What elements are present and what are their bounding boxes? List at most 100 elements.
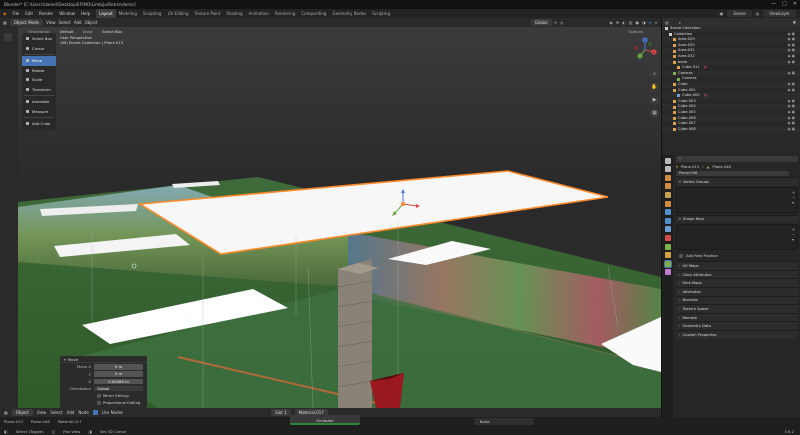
move-z-field[interactable]: 0.00466 m bbox=[94, 378, 143, 385]
list-add-remove-icon[interactable]: + − ▾ bbox=[792, 190, 796, 205]
modifier-tab-icon[interactable] bbox=[664, 226, 671, 233]
editor-type-icon[interactable]: ▦ bbox=[3, 20, 7, 25]
tool-move[interactable]: Move bbox=[22, 56, 56, 66]
tab-sculpting[interactable]: Sculpting bbox=[140, 9, 165, 18]
editor-type-icon[interactable]: ▦ bbox=[4, 410, 8, 415]
view-layer-tab-icon[interactable] bbox=[664, 183, 671, 190]
menu-select[interactable]: Select bbox=[50, 410, 62, 415]
tool-cursor[interactable]: Cursor bbox=[22, 44, 56, 54]
object-tab-icon[interactable] bbox=[664, 217, 671, 224]
mesh-name-field[interactable]: Plane.046 bbox=[676, 170, 789, 177]
outliner-row[interactable]: Cube.008 ◉ ▣ bbox=[662, 126, 800, 133]
shading-rendered-icon[interactable]: ◍ bbox=[648, 20, 652, 25]
tool-rotate[interactable]: Rotate bbox=[22, 66, 56, 76]
scene-tab-icon[interactable] bbox=[664, 191, 671, 198]
slot-selector[interactable]: Slot 1 bbox=[271, 409, 291, 416]
tab-rendering[interactable]: Rendering bbox=[272, 9, 298, 18]
section-custom-properties[interactable]: › Custom Properties bbox=[676, 329, 798, 339]
menu-window[interactable]: Window bbox=[56, 11, 78, 16]
gizmo-toggle-icon[interactable]: ✥ bbox=[616, 20, 619, 25]
tab-scripting[interactable]: Scripting bbox=[369, 9, 393, 18]
section-texture-space[interactable]: › Texture Space bbox=[676, 304, 798, 313]
section-vertex-groups[interactable]: ▾ Vertex Groups bbox=[676, 177, 798, 186]
tab-compositing[interactable]: Compositing bbox=[298, 9, 329, 18]
menu-object[interactable]: Object bbox=[85, 20, 98, 25]
section-remesh[interactable]: › Remesh bbox=[676, 312, 798, 322]
constraints-tab-icon[interactable] bbox=[664, 252, 671, 259]
tool-scale[interactable]: Scale bbox=[22, 75, 56, 85]
overlay-icon[interactable]: ◐ bbox=[622, 20, 626, 25]
breadcrumb-material[interactable]: Material.017 bbox=[58, 419, 82, 424]
mode-selector[interactable]: Object Mode bbox=[9, 19, 43, 26]
menu-file[interactable]: File bbox=[10, 11, 23, 16]
add-rest-position-checkbox[interactable] bbox=[679, 253, 683, 258]
menu-node[interactable]: Node bbox=[78, 410, 88, 415]
move-y-field[interactable]: 0 m bbox=[94, 371, 143, 377]
section-shape-keys[interactable]: ▾ Shape Keys bbox=[676, 214, 798, 224]
outliner-type-icon[interactable]: ▤ bbox=[665, 20, 669, 25]
close-button[interactable]: ✕ bbox=[793, 1, 797, 7]
tab-uv-editing[interactable]: UV Editing bbox=[165, 9, 192, 18]
use-nodes-checkbox[interactable] bbox=[92, 410, 98, 415]
collection-tab-icon[interactable] bbox=[664, 209, 671, 216]
menu-render[interactable]: Render bbox=[36, 11, 56, 16]
tab-modeling[interactable]: Modeling bbox=[116, 9, 140, 18]
menu-view[interactable]: View bbox=[37, 410, 47, 415]
menu-view[interactable]: View bbox=[46, 20, 56, 25]
section-attributes[interactable]: › Attributes bbox=[676, 286, 798, 296]
vertex-groups-list[interactable]: + − ▾ bbox=[676, 186, 798, 213]
tab-layout[interactable]: Layout bbox=[96, 9, 116, 18]
tab-texture-paint[interactable]: Texture Paint bbox=[191, 9, 223, 18]
section-face-maps[interactable]: › Face Maps bbox=[676, 278, 798, 287]
breadcrumb-mesh[interactable]: Plane.046 bbox=[31, 419, 50, 424]
list-add-remove-icon[interactable]: + − ▾ bbox=[792, 227, 796, 242]
menu-add[interactable]: Add bbox=[74, 20, 82, 25]
outliner-search-input[interactable]: ⌕ bbox=[672, 18, 786, 26]
tool-select-box[interactable]: Select Box bbox=[22, 34, 56, 44]
camera-view-icon[interactable]: ▶ bbox=[650, 96, 659, 105]
tool-transform[interactable]: Transform bbox=[22, 85, 56, 95]
options-menu[interactable]: Options bbox=[628, 29, 643, 34]
minimize-button[interactable]: — bbox=[771, 1, 776, 7]
section-uv-maps[interactable]: › UV Maps bbox=[676, 261, 798, 270]
section-geometry-data[interactable]: › Geometry Data bbox=[676, 321, 798, 330]
move-orientation-field[interactable]: Global bbox=[94, 385, 143, 392]
shading-solid-icon[interactable]: ● bbox=[635, 20, 639, 25]
properties-search-input[interactable]: ⌕ bbox=[676, 156, 798, 162]
visibility-icon[interactable]: ◉ bbox=[609, 20, 613, 25]
material-tab-icon[interactable] bbox=[664, 269, 671, 276]
tab-shading[interactable]: Shading bbox=[223, 9, 245, 18]
grid-view-icon[interactable]: ▦ bbox=[650, 109, 659, 118]
snap-icon[interactable]: ⌖ bbox=[555, 20, 557, 25]
section-normals[interactable]: › Normals bbox=[676, 295, 798, 305]
proportional-edit-icon[interactable]: ◎ bbox=[560, 20, 564, 25]
particles-tab-icon[interactable] bbox=[664, 234, 671, 241]
pan-hand-icon[interactable]: ✋ bbox=[650, 83, 659, 92]
tool-measure[interactable]: Measure bbox=[22, 107, 56, 117]
breadcrumb-object[interactable]: Plane.013 bbox=[4, 419, 23, 424]
tool-annotate[interactable]: Annotate bbox=[22, 97, 56, 107]
zoom-icon[interactable]: ⌕ bbox=[650, 70, 659, 79]
shading-material-icon[interactable]: ◑ bbox=[642, 20, 646, 25]
navigation-gizmo[interactable]: X Y Z bbox=[632, 37, 658, 63]
data-tab-icon[interactable] bbox=[663, 259, 672, 268]
toolbar-toggle-icon[interactable] bbox=[4, 33, 12, 41]
transform-orientation-selector[interactable]: Global bbox=[530, 19, 552, 26]
scene-selector[interactable]: Scene bbox=[727, 10, 752, 17]
emission-node[interactable]: Emission bbox=[290, 415, 360, 425]
tab-animation[interactable]: Animation bbox=[246, 9, 272, 18]
render-tab-icon[interactable] bbox=[664, 166, 671, 173]
xray-icon[interactable]: ▥ bbox=[629, 20, 633, 25]
proportional-editing-checkbox[interactable] bbox=[97, 400, 101, 405]
world-tab-icon[interactable] bbox=[664, 200, 671, 207]
drag-selector[interactable]: Select Box bbox=[98, 27, 127, 35]
blender-logo-icon[interactable]: ◉ bbox=[0, 11, 10, 16]
scene-icon[interactable]: ▣ bbox=[720, 11, 724, 16]
object-mode-selector[interactable]: Object bbox=[11, 409, 33, 416]
output-tab-icon[interactable] bbox=[664, 174, 671, 181]
menu-help[interactable]: Help bbox=[78, 11, 93, 16]
move-panel-title[interactable]: ▾ Move bbox=[60, 356, 147, 363]
menu-add[interactable]: Add bbox=[67, 410, 75, 415]
node-panel-selector[interactable]: Node bbox=[473, 418, 534, 425]
menu-select[interactable]: Select bbox=[58, 20, 70, 25]
